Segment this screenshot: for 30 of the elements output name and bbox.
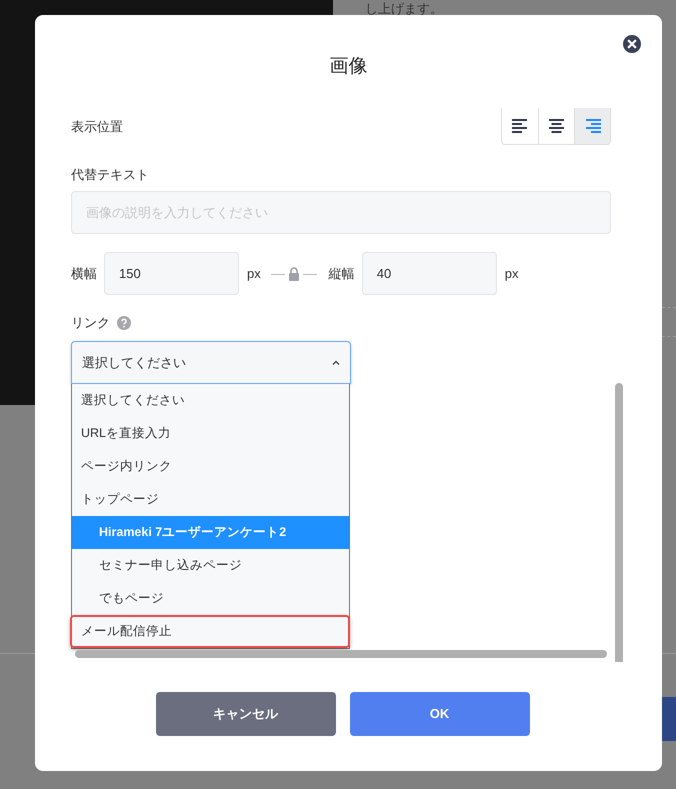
aspect-lock-icon[interactable] <box>270 266 317 280</box>
dropdown-option[interactable]: メール配信停止 <box>70 615 350 648</box>
scrollbar[interactable] <box>615 383 623 662</box>
unit-label: px <box>247 264 261 283</box>
align-right-icon <box>584 119 600 133</box>
dropdown-option[interactable]: でもページ <box>72 582 349 615</box>
align-left-icon <box>512 119 528 133</box>
scrollbar[interactable] <box>75 650 607 658</box>
close-icon[interactable] <box>623 35 641 53</box>
field-label: リンク <box>71 314 110 332</box>
dropdown-option[interactable]: ページ内リンク <box>72 450 349 483</box>
align-center-icon <box>548 119 564 133</box>
dropdown-option[interactable]: セミナー申し込みページ <box>72 549 349 582</box>
dialog-title: 画像 <box>328 55 368 79</box>
caret-icon <box>332 360 340 365</box>
dropdown-option[interactable]: 選択してください <box>72 384 349 417</box>
background-text: し上げます。 <box>365 1 443 17</box>
field-label: 縦幅 <box>328 264 355 282</box>
dropdown-option[interactable]: トップページ <box>72 483 349 516</box>
link-select[interactable]: 選択してください <box>71 341 351 384</box>
unit-label: px <box>504 264 518 283</box>
field-label: 代替テキスト <box>71 166 150 184</box>
field-label: 表示位置 <box>71 118 123 136</box>
cancel-button[interactable]: キャンセル <box>156 692 336 736</box>
field-label: 横幅 <box>71 264 97 282</box>
dropdown-option[interactable]: URLを直接入力 <box>72 417 349 450</box>
width-field[interactable]: 150 <box>104 252 239 295</box>
ok-button[interactable]: OK <box>350 692 530 736</box>
height-field[interactable]: 40 <box>362 252 497 295</box>
help-icon[interactable] <box>117 316 131 330</box>
